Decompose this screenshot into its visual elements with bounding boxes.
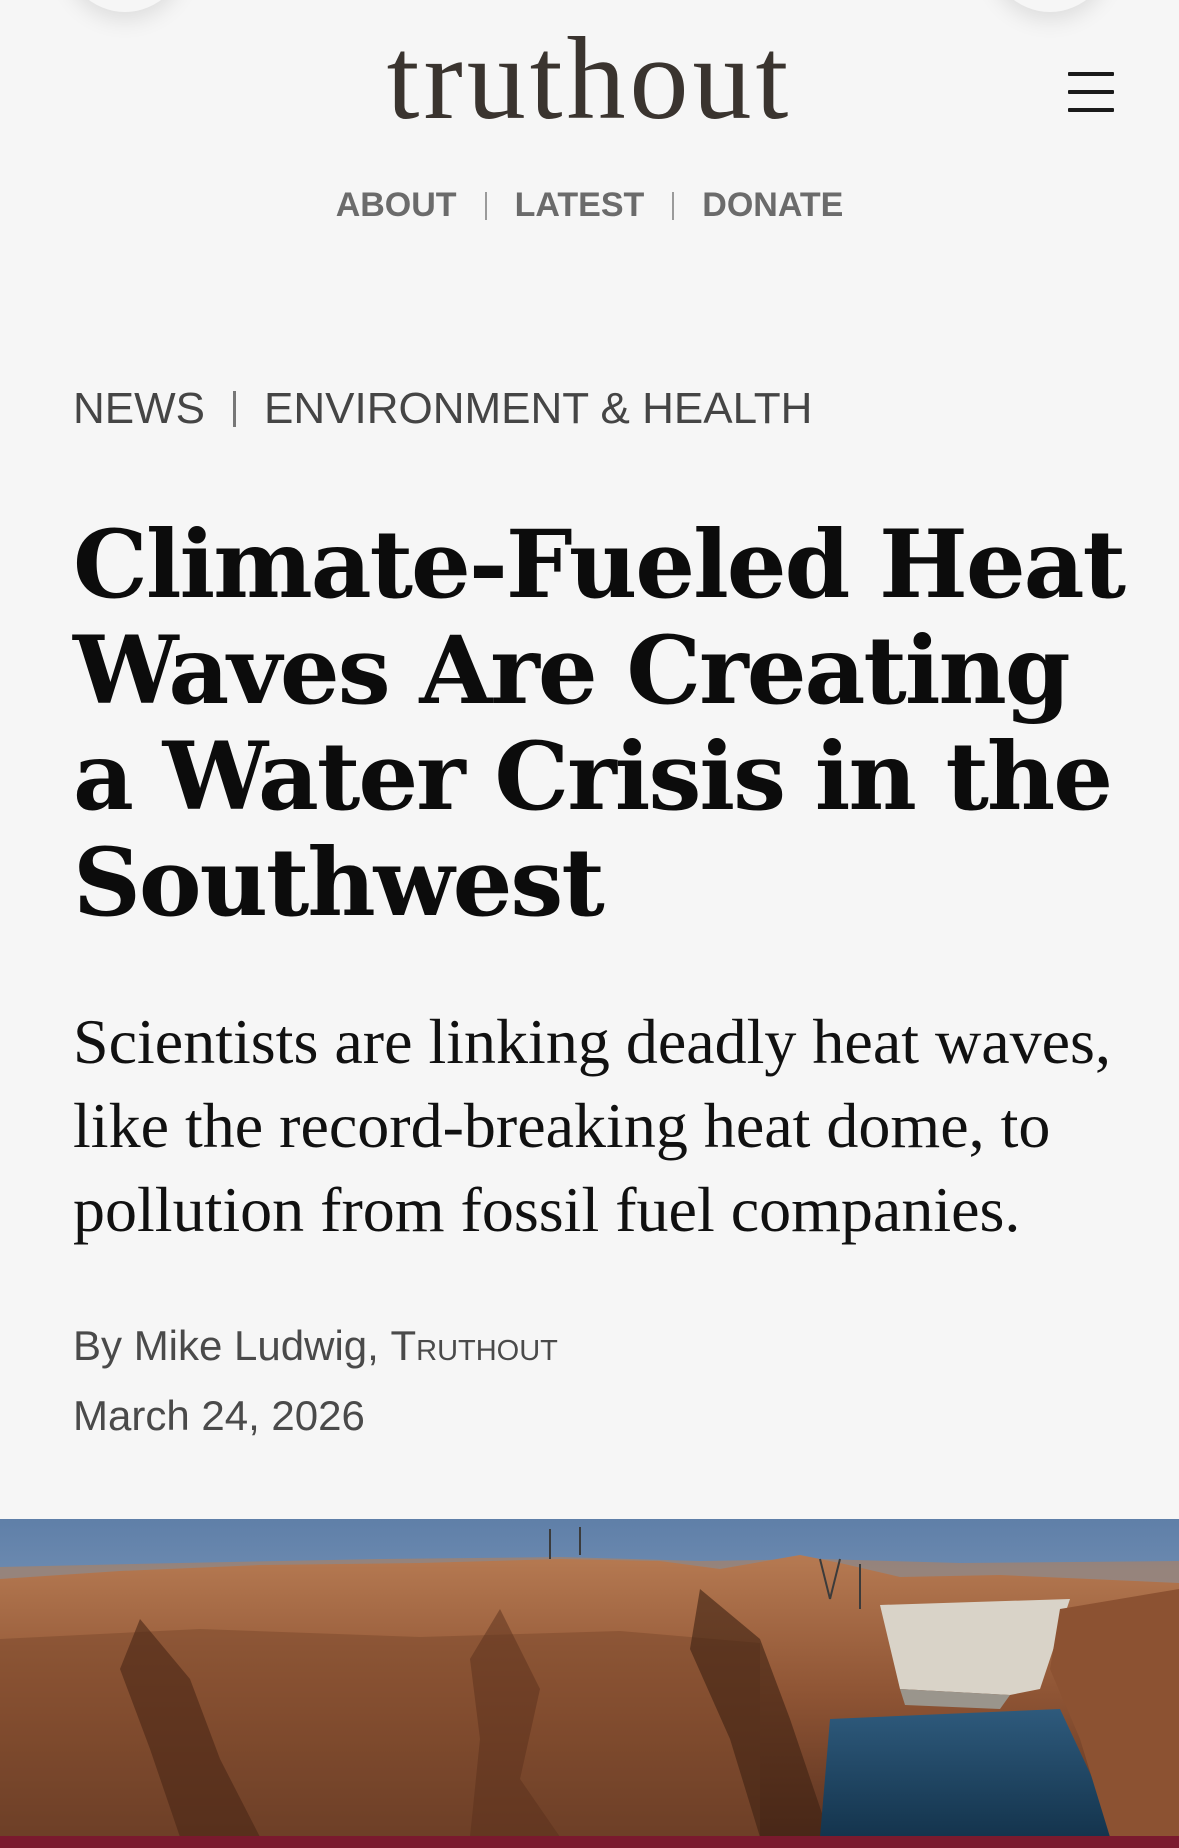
bottom-accent-bar [0,1836,1179,1848]
author-link[interactable]: Mike Ludwig [134,1322,367,1369]
publication-name: Truthout [390,1322,558,1369]
article-dek: Scientists are linking deadly heat waves… [73,1006,1111,1245]
article-date: March 24, 2026 [73,1392,365,1439]
byline-prefix: By [73,1322,123,1369]
article-title: Climate-Fueled Heat Waves Are Creating a… [73,510,1126,938]
nav-divider [484,191,487,220]
nav-donate-link[interactable]: DONATE [702,186,843,225]
nav-about-link[interactable]: ABOUT [336,186,457,225]
article-byline: By Mike Ludwig, Truthout [73,1322,558,1370]
site-logo[interactable]: truthout [0,8,1179,150]
breadcrumb-divider [233,391,236,427]
breadcrumb-category-link[interactable]: ENVIRONMENT & HEALTH [264,384,812,434]
byline-comma: , [367,1322,379,1369]
canyon-dam-photo [0,1519,1179,1837]
nav-divider [672,191,675,220]
hamburger-icon[interactable] [1068,72,1114,112]
breadcrumb: NEWS ENVIRONMENT & HEALTH [73,384,812,434]
breadcrumb-section-link[interactable]: NEWS [73,384,205,434]
hero-image [0,1519,1179,1837]
top-nav: ABOUT LATEST DONATE [0,186,1179,225]
nav-latest-link[interactable]: LATEST [515,186,645,225]
